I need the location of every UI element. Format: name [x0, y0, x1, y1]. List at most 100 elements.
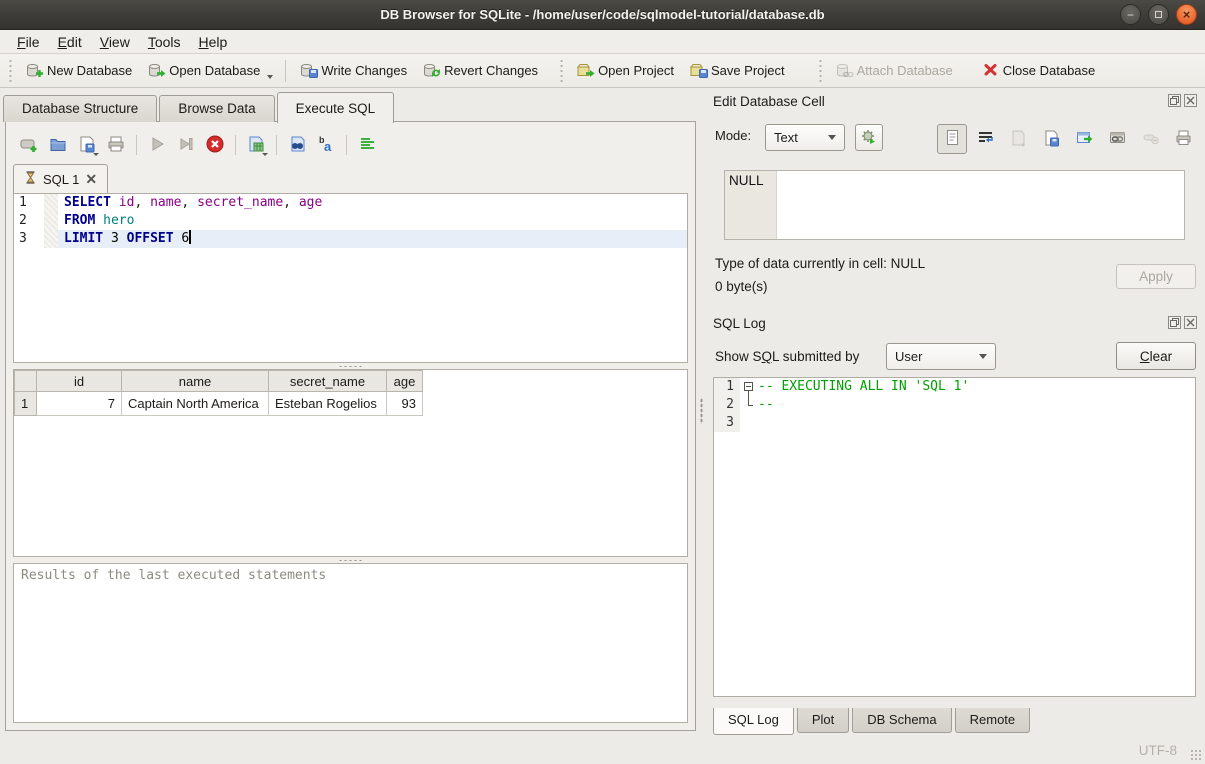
log-line[interactable]: 3 — [714, 414, 1195, 432]
close-database-icon — [983, 62, 998, 79]
menu-view[interactable]: View — [91, 32, 139, 52]
text-caret — [189, 230, 191, 244]
save-results-button[interactable] — [243, 132, 269, 158]
resize-grip[interactable] — [1190, 749, 1202, 761]
open-external-icon — [1075, 128, 1094, 150]
encoding-indicator[interactable]: UTF-8 — [1139, 743, 1177, 758]
write-changes-button[interactable]: Write Changes — [291, 58, 414, 83]
apply-mode-button[interactable] — [855, 124, 883, 151]
cell-editor-content[interactable] — [777, 171, 1184, 239]
menu-file[interactable]: File — [8, 32, 49, 52]
open-project-button[interactable]: Open Project — [568, 58, 681, 83]
align-lines-icon — [357, 134, 377, 157]
word-wrap-button[interactable] — [970, 124, 1000, 154]
stop-execution-button[interactable] — [202, 132, 228, 158]
row-number[interactable]: 1 — [15, 392, 37, 416]
corner-header[interactable] — [15, 371, 37, 392]
sql-log-view[interactable]: 1-- EXECUTING ALL IN 'SQL 1'2--3 — [713, 377, 1196, 697]
print-button[interactable] — [103, 132, 129, 158]
close-database-button[interactable]: Close Database — [976, 58, 1103, 83]
hourglass-icon — [24, 170, 37, 188]
close-dock-button[interactable] — [1184, 94, 1197, 107]
export-data-button[interactable] — [1036, 124, 1066, 154]
table-row[interactable]: 17Captain North AmericaEsteban Rogelios9… — [15, 392, 423, 416]
printer-icon — [106, 134, 126, 157]
toolbar-drag-handle[interactable] — [8, 60, 13, 82]
open-sql-file-button[interactable] — [45, 132, 71, 158]
editor-line[interactable]: 3LIMIT 3 OFFSET 6 — [14, 230, 687, 248]
revert-changes-button[interactable]: Revert Changes — [414, 58, 545, 83]
close-icon: × — [1183, 8, 1191, 21]
edit-cell-title: Edit Database Cell — [713, 94, 825, 109]
float-dock-button[interactable] — [1168, 94, 1181, 107]
svg-text:a: a — [324, 139, 332, 154]
open-file-icon — [48, 134, 68, 157]
log-line[interactable]: 2-- — [714, 396, 1195, 414]
printer-icon — [1174, 128, 1193, 150]
toolbar-drag-handle[interactable] — [559, 60, 564, 82]
cell[interactable]: 7 — [37, 392, 122, 416]
results-message-box[interactable]: Results of the last executed statements — [13, 563, 688, 723]
new-database-button[interactable]: New Database — [17, 58, 139, 83]
attach-database-icon — [834, 62, 852, 79]
text-mode-button[interactable] — [937, 124, 967, 154]
toolbar-drag-handle[interactable] — [818, 60, 823, 82]
sql-editor[interactable]: 1SELECT id, name, secret_name, age2FROM … — [13, 193, 688, 363]
maximize-button[interactable] — [1148, 4, 1169, 25]
cell[interactable]: 93 — [387, 392, 423, 416]
open-sql-tab-button[interactable] — [16, 132, 42, 158]
log-line[interactable]: 1-- EXECUTING ALL IN 'SQL 1' — [714, 378, 1195, 396]
word-wrap-icon — [976, 128, 995, 150]
menu-help[interactable]: Help — [190, 32, 237, 52]
cell[interactable]: Captain North America — [122, 392, 269, 416]
open-external-button[interactable] — [1069, 124, 1099, 154]
sql-1-tab[interactable]: SQL 1 ✕ — [13, 164, 108, 193]
column-header[interactable]: secret_name — [269, 371, 387, 392]
float-dock-button[interactable] — [1168, 316, 1181, 329]
titlebar[interactable]: DB Browser for SQLite - /home/user/code/… — [0, 0, 1205, 30]
minimize-button[interactable]: − — [1120, 4, 1141, 25]
fold-marker-icon[interactable] — [744, 382, 753, 391]
editor-line[interactable]: 2FROM hero — [14, 212, 687, 230]
tab-db-schema[interactable]: DB Schema — [852, 708, 951, 733]
tab-browse-data[interactable]: Browse Data — [159, 95, 274, 122]
open-database-icon — [146, 62, 164, 79]
format-sql-button[interactable]: ba — [313, 132, 339, 158]
save-project-button[interactable]: Save Project — [681, 58, 792, 83]
menu-tools[interactable]: Tools — [139, 32, 190, 52]
log-filter-select[interactable]: User — [886, 343, 996, 370]
tab-database-structure[interactable]: Database Structure — [3, 95, 157, 122]
clear-log-button[interactable]: Clear — [1116, 342, 1196, 370]
statusbar: UTF-8 — [0, 739, 1205, 764]
find-replace-button[interactable] — [284, 132, 310, 158]
tab-remote[interactable]: Remote — [955, 708, 1031, 733]
editor-line[interactable]: 1SELECT id, name, secret_name, age — [14, 194, 687, 212]
close-sql-tab-icon[interactable]: ✕ — [85, 171, 97, 188]
cell-editor[interactable]: NULL — [724, 170, 1185, 240]
tab-sql-log[interactable]: SQL Log — [713, 708, 794, 735]
column-header[interactable]: name — [122, 371, 269, 392]
column-header[interactable]: id — [37, 371, 122, 392]
chevron-down-icon — [979, 354, 987, 359]
cell[interactable]: Esteban Rogelios — [269, 392, 387, 416]
copy-link-button[interactable] — [1102, 124, 1132, 154]
close-window-button[interactable]: × — [1176, 4, 1197, 25]
tab-plot[interactable]: Plot — [797, 708, 849, 733]
print-cell-button[interactable] — [1168, 124, 1198, 154]
window-controls: − × — [1120, 4, 1197, 25]
align-indent-button[interactable] — [354, 132, 380, 158]
attach-database-button: Attach Database — [827, 58, 960, 83]
tab-execute-sql[interactable]: Execute SQL — [277, 92, 395, 123]
results-grid[interactable]: idnamesecret_nameage17Captain North Amer… — [13, 369, 688, 557]
main-toolbar: New Database Open Database Write Changes… — [0, 54, 1205, 88]
line-number: 1 — [714, 378, 740, 396]
open-database-button[interactable]: Open Database — [139, 58, 280, 83]
menu-edit[interactable]: Edit — [49, 32, 91, 52]
close-dock-button[interactable] — [1184, 316, 1197, 329]
save-sql-file-button[interactable] — [74, 132, 100, 158]
mode-select[interactable]: Text — [765, 124, 845, 151]
column-header[interactable]: age — [387, 371, 423, 392]
minimize-icon: − — [1127, 9, 1134, 21]
main-splitter[interactable] — [697, 88, 705, 734]
write-changes-icon — [298, 62, 316, 79]
